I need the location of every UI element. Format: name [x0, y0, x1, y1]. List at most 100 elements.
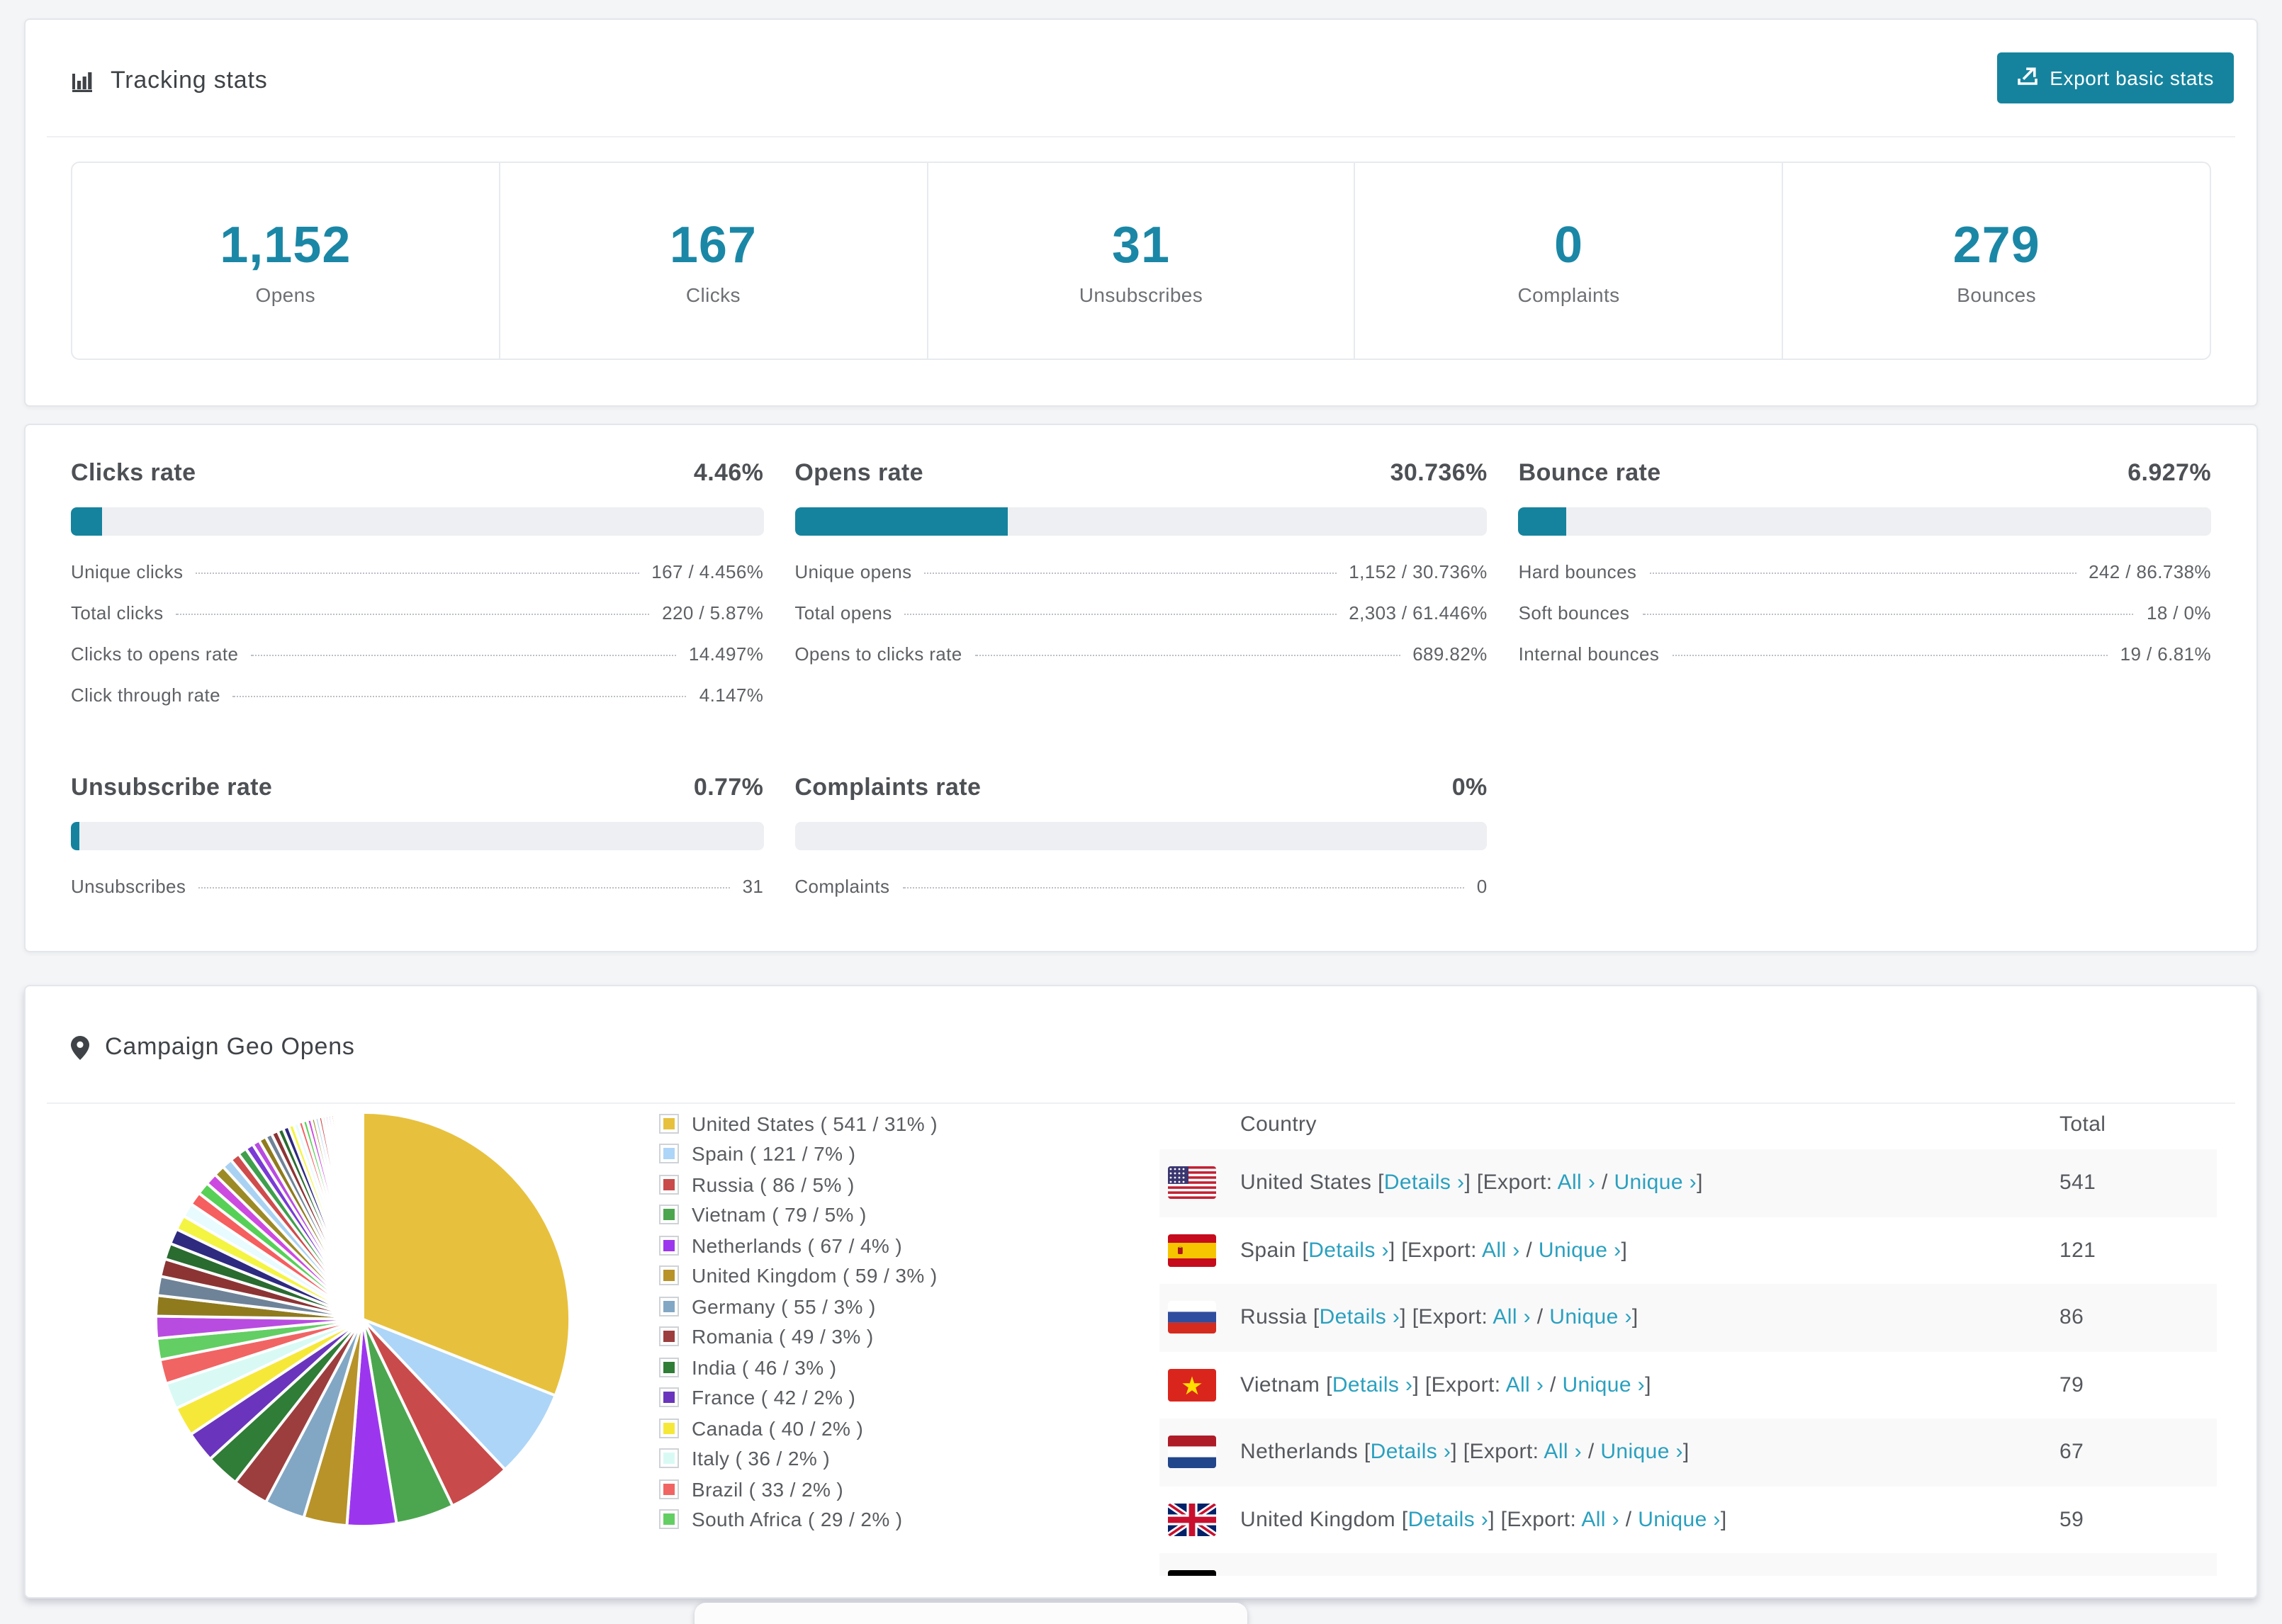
- legend-swatch: [661, 1450, 678, 1467]
- stat-cell-opens: 1,152 Opens: [72, 163, 499, 359]
- country-cell: United Kingdom [Details ›] [Export: All …: [1159, 1503, 1727, 1536]
- export-all-link[interactable]: All ›: [1544, 1440, 1582, 1465]
- legend-item-netherlands: Netherlands ( 67 / 4% ): [661, 1230, 938, 1261]
- export-unique-link[interactable]: Unique ›: [1572, 1575, 1655, 1577]
- detail-label: Total opens: [794, 602, 892, 624]
- rate-block-clicks-rate: Clicks rate 4.46% Unique clicks 167 / 4.456…: [71, 459, 764, 726]
- geo-table-row-spain: Spain [Details ›] [Export: All › / Uniqu…: [1159, 1217, 2217, 1284]
- legend-item-india: India ( 46 / 3% ): [661, 1352, 938, 1382]
- export-all-link[interactable]: All ›: [1558, 1171, 1596, 1195]
- geo-table-row-united-kingdom: United Kingdom [Details ›] [Export: All …: [1159, 1486, 2217, 1553]
- dotted-leader: [902, 887, 1464, 889]
- total-column-header: Total: [2059, 1112, 2106, 1137]
- legend-swatch: [661, 1297, 678, 1315]
- dotted-leader: [974, 655, 1400, 656]
- legend-item-united-kingdom: United Kingdom ( 59 / 3% ): [661, 1261, 938, 1291]
- details-link[interactable]: Details ›: [1308, 1239, 1389, 1263]
- flag-icon-nl: [1168, 1436, 1216, 1469]
- rate-value: 6.927%: [2128, 459, 2211, 486]
- export-all-link[interactable]: All ›: [1506, 1373, 1544, 1397]
- stat-value: 31: [1111, 215, 1171, 274]
- rate-title: Unsubscribe rate: [71, 774, 273, 801]
- details-link[interactable]: Details ›: [1320, 1306, 1400, 1330]
- rate-head: Bounce rate 6.927%: [1519, 459, 2211, 487]
- details-link[interactable]: Details ›: [1384, 1171, 1465, 1195]
- summary-stats-row: 1,152 Opens 167 Clicks 31 Unsubscribes 0 Compla…: [71, 162, 2211, 360]
- detail-label: Total clicks: [71, 602, 164, 624]
- detail-label: Clicks to opens rate: [71, 643, 239, 665]
- legend-label: United Kingdom ( 59 / 3% ): [692, 1264, 938, 1287]
- legend-label: United States ( 541 / 31% ): [692, 1112, 938, 1135]
- country-cell: Spain [Details ›] [Export: All › / Uniqu…: [1159, 1234, 1627, 1267]
- details-link[interactable]: Details ›: [1408, 1508, 1489, 1532]
- export-unique-link[interactable]: Unique ›: [1562, 1373, 1645, 1397]
- dotted-leader: [924, 573, 1337, 574]
- legend-label: Romania ( 49 / 3% ): [692, 1325, 874, 1348]
- geo-opens-pie-chart[interactable]: [153, 1110, 573, 1529]
- export-unique-link[interactable]: Unique ›: [1614, 1171, 1697, 1195]
- rate-detail-row: Unique clicks 167 / 4.456%: [71, 561, 763, 602]
- legend-item-south-africa: South Africa ( 29 / 2% ): [661, 1504, 938, 1535]
- rate-detail-row: Unsubscribes 31: [71, 876, 763, 917]
- details-link[interactable]: Details ›: [1342, 1575, 1423, 1577]
- country-links-text: Vietnam [Details ›] [Export: All › / Uni…: [1240, 1372, 1651, 1397]
- campaign-stats-page: Tracking stats Export basic stats 1,152 O…: [0, 0, 2282, 1624]
- export-all-link[interactable]: All ›: [1515, 1575, 1553, 1577]
- geo-opens-header: Campaign Geo Opens: [47, 986, 2235, 1104]
- country-cell: United States [Details ›] [Export: All ›…: [1159, 1166, 1703, 1200]
- country-name: Vietnam: [1240, 1372, 1327, 1397]
- export-unique-link[interactable]: Unique ›: [1549, 1306, 1632, 1330]
- export-all-link[interactable]: All ›: [1482, 1239, 1520, 1263]
- rate-title: Clicks rate: [71, 459, 196, 486]
- rate-progress-track: [71, 822, 764, 850]
- export-unique-link[interactable]: Unique ›: [1638, 1508, 1721, 1532]
- rate-title: Bounce rate: [1518, 459, 1661, 486]
- rate-title: Complaints rate: [794, 774, 982, 801]
- stat-cell-complaints: 0 Complaints: [1354, 163, 1782, 359]
- export-all-link[interactable]: All ›: [1493, 1306, 1531, 1330]
- legend-swatch: [661, 1389, 678, 1406]
- legend-label: Italy ( 36 / 2% ): [692, 1447, 831, 1470]
- country-name: United States: [1240, 1171, 1378, 1195]
- export-unique-link[interactable]: Unique ›: [1539, 1239, 1621, 1263]
- legend-item-spain: Spain ( 121 / 7% ): [661, 1139, 938, 1169]
- country-total: 55: [2059, 1575, 2084, 1577]
- dotted-leader: [1649, 573, 2076, 574]
- dotted-leader: [904, 614, 1337, 615]
- rate-detail-rows: Unsubscribes 31: [71, 876, 763, 917]
- legend-swatch: [661, 1419, 678, 1437]
- details-link[interactable]: Details ›: [1371, 1440, 1451, 1465]
- detail-label: Unique opens: [794, 561, 912, 582]
- export-unique-link[interactable]: Unique ›: [1600, 1440, 1683, 1465]
- rate-block-unsubscribe-rate: Unsubscribe rate 0.77% Unsubscribes 31: [71, 774, 764, 917]
- card-title-text: Campaign Geo Opens: [105, 1033, 355, 1060]
- detail-label: Unique clicks: [71, 561, 184, 582]
- export-basic-stats-button[interactable]: Export basic stats: [1997, 52, 2234, 103]
- detail-value: 31: [742, 876, 764, 897]
- card-title-text: Tracking stats: [111, 67, 268, 94]
- detail-value: 4.147%: [699, 684, 764, 706]
- tracking-stats-title: Tracking stats: [71, 67, 268, 95]
- pie-slice-other-69[interactable]: [360, 1110, 364, 1321]
- rate-progress-track: [71, 507, 764, 536]
- country-cell: Vietnam [Details ›] [Export: All › / Uni…: [1159, 1368, 1651, 1402]
- stat-cell-bounces: 279 Bounces: [1782, 163, 2210, 359]
- geo-table-header: Country Total: [1159, 1100, 2217, 1149]
- rate-value: 0%: [1451, 774, 1488, 801]
- flag-icon-vn: [1168, 1368, 1216, 1402]
- horizontal-scrollbar-thumb[interactable]: [695, 1603, 1247, 1624]
- export-all-link[interactable]: All ›: [1581, 1508, 1619, 1532]
- geo-table-row-vietnam: Vietnam [Details ›] [Export: All › / Uni…: [1159, 1351, 2217, 1419]
- stat-cell-unsubscribes: 31 Unsubscribes: [926, 163, 1354, 359]
- legend-label: Brazil ( 33 / 2% ): [692, 1477, 844, 1501]
- rate-detail-row: Total clicks 220 / 5.87%: [71, 602, 763, 643]
- legend-swatch: [661, 1145, 678, 1163]
- rate-progress-fill: [1518, 507, 1567, 536]
- legend-item-france: France ( 42 / 2% ): [661, 1382, 938, 1413]
- rate-detail-rows: Unique opens 1,152 / 30.736% Total opens 2,…: [794, 561, 1487, 684]
- country-cell: Germany [Details ›] [Export: All › / Uni…: [1159, 1570, 1661, 1577]
- country-column-header: Country: [1240, 1112, 1317, 1137]
- details-link[interactable]: Details ›: [1332, 1373, 1413, 1397]
- detail-value: 19 / 6.81%: [2120, 643, 2211, 665]
- detail-label: Complaints: [794, 876, 890, 897]
